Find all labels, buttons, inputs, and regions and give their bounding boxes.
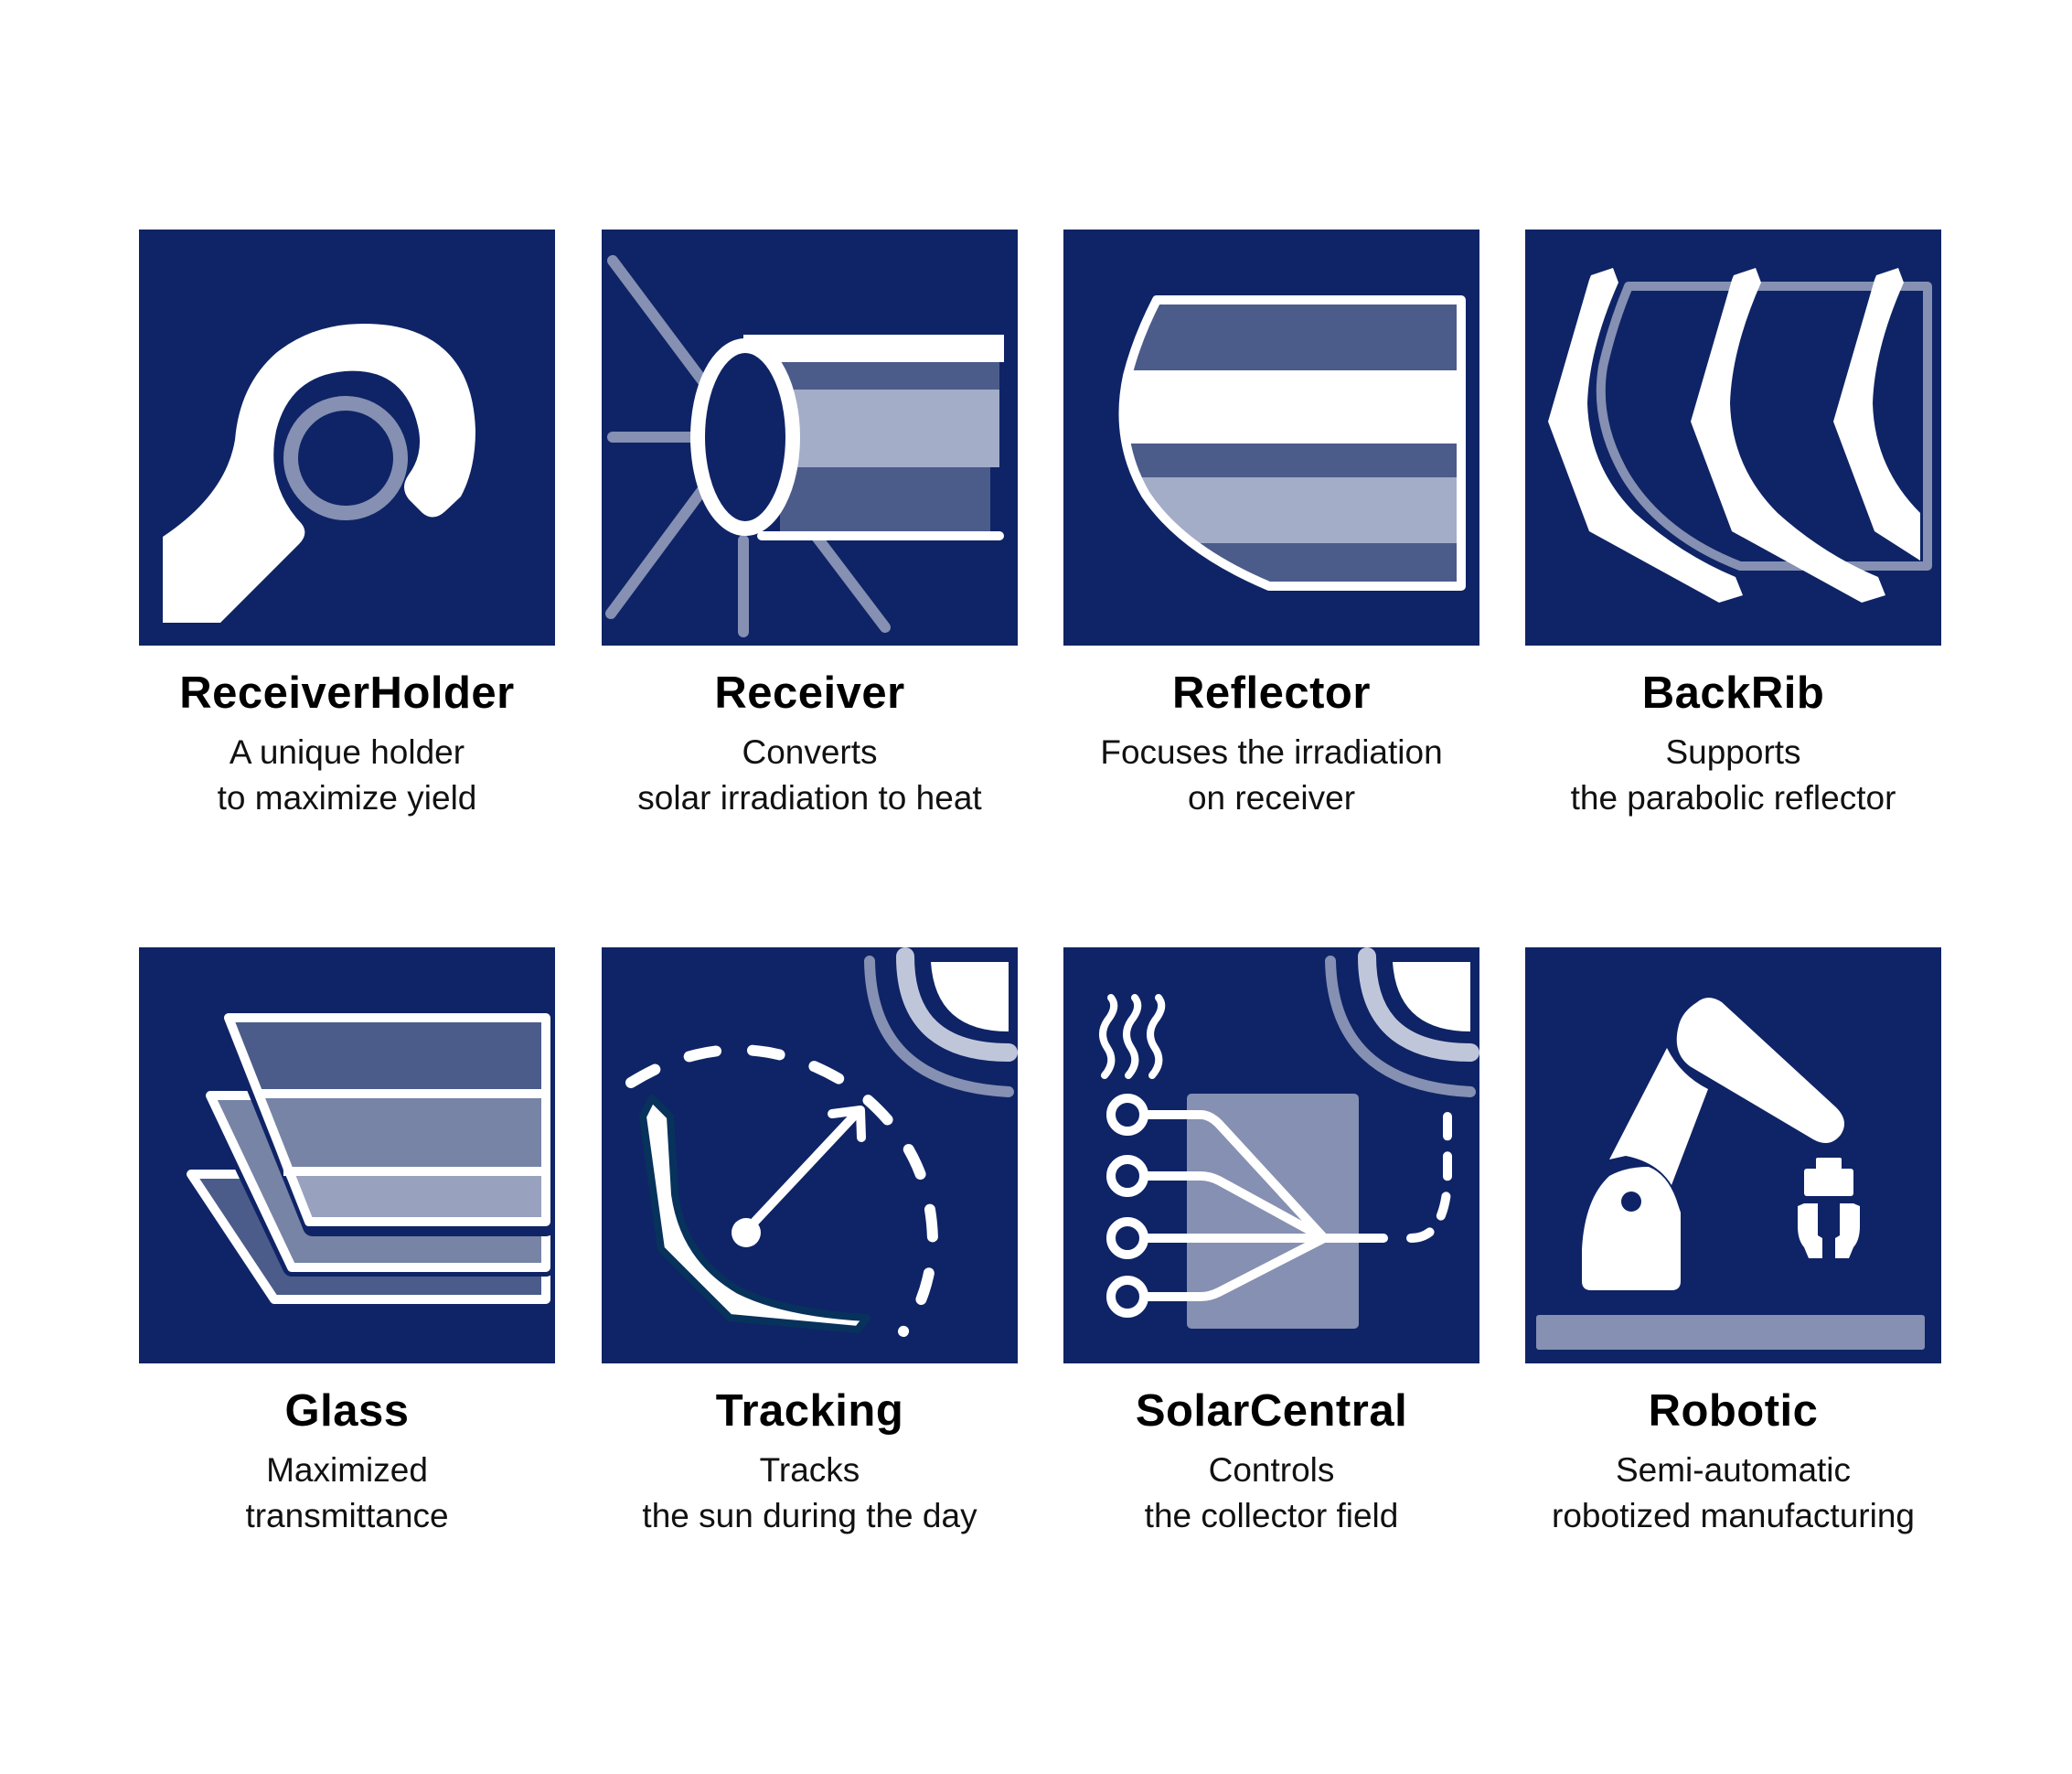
back-rib-icon	[1548, 268, 1932, 603]
robot-arm-icon	[1536, 998, 1925, 1350]
feature-description: Maximized transmittance	[245, 1451, 449, 1534]
feature-title: Reflector	[1172, 668, 1371, 718]
feature-tile	[602, 947, 1018, 1363]
reflector-icon	[1118, 295, 1466, 591]
feature-card-receiver: Receiver Converts solar irradiation to h…	[602, 230, 1018, 821]
feature-title: SolarCentral	[1135, 1386, 1408, 1436]
feature-title: Robotic	[1648, 1386, 1819, 1436]
glass-panes-icon	[187, 1008, 555, 1304]
feature-tile	[1063, 947, 1479, 1363]
feature-title: Glass	[284, 1386, 410, 1436]
feature-title: Receiver	[714, 668, 905, 718]
receiver-holder-icon	[163, 324, 475, 623]
feature-tile	[1525, 947, 1941, 1363]
feature-card-reflector: Reflector Focuses the irradiation on rec…	[1063, 230, 1479, 821]
feature-description: A unique holder to maximize yield	[217, 733, 477, 817]
receiver-tube-icon	[605, 255, 1004, 637]
feature-card-glass: Glass Maximized transmittance	[139, 947, 555, 1539]
feature-card-receiver-holder: ReceiverHolder A unique holder to maximi…	[139, 230, 555, 821]
feature-description: Tracks the sun during the day	[642, 1451, 977, 1534]
feature-description: Converts solar irradiation to heat	[637, 733, 982, 817]
feature-card-robotic: Robotic Semi-automatic robotized manufac…	[1525, 947, 1941, 1539]
feature-tile	[1063, 230, 1479, 646]
solar-central-icon	[1099, 947, 1479, 1329]
feature-description: Supports the parabolic reflector	[1570, 733, 1896, 817]
feature-tile	[602, 230, 1018, 646]
feature-title: Tracking	[715, 1386, 904, 1436]
feature-tile	[139, 230, 555, 646]
feature-tile	[139, 947, 555, 1363]
feature-description: Semi-automatic robotized manufacturing	[1552, 1451, 1915, 1534]
feature-card-back-rib: BackRib Supports the parabolic reflector	[1525, 230, 1941, 821]
feature-card-solar-central: SolarCentral Controls the collector fiel…	[1063, 947, 1479, 1539]
feature-title: ReceiverHolder	[179, 668, 515, 718]
feature-tile	[1525, 230, 1941, 646]
feature-title: BackRib	[1641, 668, 1825, 718]
feature-description: Focuses the irradiation on receiver	[1100, 733, 1443, 817]
feature-card-tracking: Tracking Tracks the sun during the day	[602, 947, 1018, 1539]
feature-description: Controls the collector field	[1144, 1451, 1399, 1534]
sun-tracking-icon	[625, 947, 1018, 1337]
